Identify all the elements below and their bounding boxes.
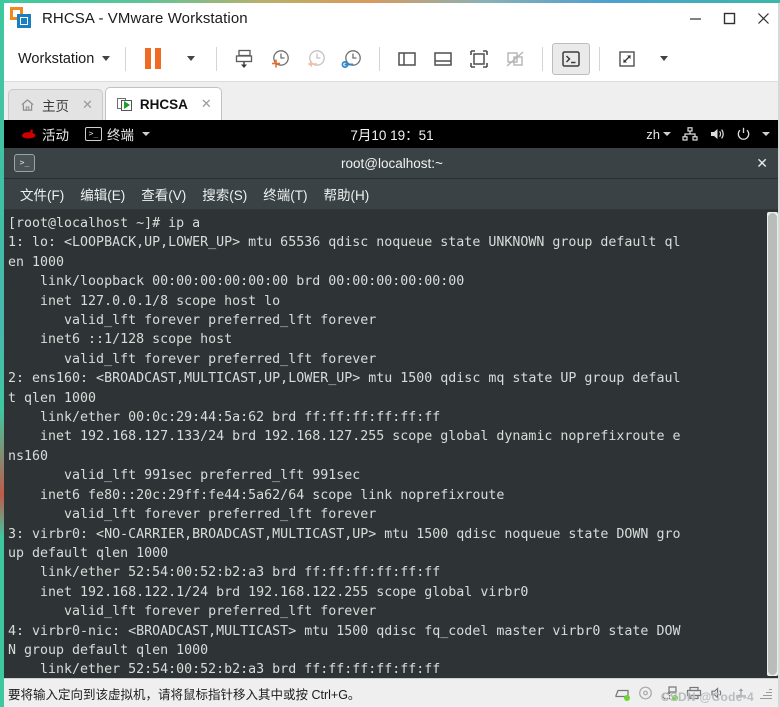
gnome-status-area[interactable]: zh [646, 127, 770, 142]
send-snapshot-button[interactable] [226, 44, 262, 74]
tab-home-label: 主页 [42, 99, 69, 114]
clock-revert-icon [308, 49, 326, 67]
show-thumbnails-button[interactable] [425, 44, 461, 74]
unity-mode-button [497, 44, 533, 74]
close-icon[interactable] [746, 3, 780, 33]
chevron-down-icon [187, 56, 196, 61]
vmware-logo-icon [10, 7, 32, 29]
chevron-down-icon [142, 132, 150, 136]
window-title: RHCSA - VMware Workstation [42, 9, 248, 27]
console-view-button[interactable] [552, 42, 591, 75]
terminal-scrollbar[interactable] [767, 212, 778, 676]
terminal-menu-bar: 文件(F) 编辑(E) 查看(V) 搜索(S) 终端(T) 帮助(H) [4, 179, 780, 210]
stretch-dropdown[interactable] [645, 44, 681, 74]
close-icon[interactable]: ✕ [82, 97, 93, 113]
pause-icon [145, 48, 162, 69]
sound-card-icon[interactable] [709, 686, 726, 701]
app-menu-button[interactable]: >_ 终端 [79, 122, 156, 146]
toolbar-separator [599, 46, 601, 71]
hard-disk-icon[interactable] [613, 686, 630, 701]
status-bar: 要将输入定向到该虚拟机，请将鼠标指针移入其中或按 Ctrl+G。 CSDN @C… [0, 678, 780, 707]
unity-disabled-icon [506, 50, 524, 67]
menu-edit[interactable]: 编辑(E) [72, 181, 133, 207]
title-bar: RHCSA - VMware Workstation [0, 0, 780, 36]
network-icon [682, 127, 698, 141]
workstation-menu-label: Workstation [18, 50, 95, 67]
terminal-output-area[interactable]: [root@localhost ~]# ip a 1: lo: <LOOPBAC… [4, 210, 780, 678]
show-library-button[interactable] [389, 44, 425, 74]
chevron-down-icon [660, 56, 669, 61]
tab-rhcsa-label: RHCSA [139, 96, 188, 112]
toolbar-separator [216, 46, 218, 71]
clock-wrench-icon [341, 49, 362, 68]
window-accent-top [0, 0, 780, 3]
terminal-icon: >_ [85, 127, 102, 141]
toolbar-separator [379, 46, 381, 71]
menu-terminal[interactable]: 终端(T) [255, 181, 315, 207]
menu-view[interactable]: 查看(V) [133, 181, 194, 207]
terminal-output: [root@localhost ~]# ip a 1: lo: <LOOPBAC… [8, 214, 780, 678]
vm-console-screen[interactable]: 活动 >_ 终端 7月10 19：51 zh >_ root@localhost… [0, 120, 780, 678]
menu-file[interactable]: 文件(F) [12, 181, 72, 207]
vmware-workstation-window: RHCSA - VMware Workstation Workstation 主… [0, 0, 780, 707]
clock-plus-icon [272, 49, 290, 67]
chevron-down-icon [102, 56, 111, 61]
panel-left-icon [398, 51, 417, 66]
terminal-icon: >_ [14, 154, 35, 172]
terminal-title: root@localhost:~ [341, 155, 443, 171]
network-adapter-icon[interactable] [661, 686, 678, 701]
fullscreen-button[interactable] [461, 44, 497, 74]
expand-arrows-icon [619, 50, 635, 67]
volume-icon [711, 129, 724, 139]
workstation-menu-button[interactable]: Workstation [12, 47, 116, 71]
terminal-output-text: [root@localhost ~]# ip a 1: lo: <LOOPBAC… [8, 216, 681, 678]
close-icon[interactable]: ✕ [201, 96, 212, 112]
gnome-top-bar: 活动 >_ 终端 7月10 19：51 zh [4, 120, 780, 148]
snapshot-send-icon [236, 49, 253, 68]
redhat-logo-icon [22, 129, 36, 139]
tab-home[interactable]: 主页 ✕ [8, 89, 103, 120]
terminal-title-bar: >_ root@localhost:~ ✕ [4, 148, 780, 179]
snapshot-manager-button[interactable] [334, 44, 370, 74]
device-status-icons [613, 686, 776, 701]
input-language-indicator[interactable]: zh [646, 127, 671, 142]
close-icon[interactable]: ✕ [754, 155, 770, 172]
input-language-label: zh [646, 126, 660, 142]
menu-search[interactable]: 搜索(S) [194, 181, 255, 207]
activities-label: 活动 [42, 128, 69, 143]
take-snapshot-button[interactable] [262, 44, 298, 74]
app-menu-label: 终端 [107, 128, 134, 143]
activities-button[interactable]: 活动 [14, 122, 75, 146]
stretch-button[interactable] [609, 44, 645, 74]
terminal-window: >_ root@localhost:~ ✕ 文件(F) 编辑(E) 查看(V) … [4, 148, 780, 678]
toolbar-separator [125, 46, 127, 71]
cd-dvd-icon[interactable] [637, 686, 654, 701]
vm-tab-bar: 主页 ✕ RHCSA ✕ [0, 82, 780, 120]
menu-help[interactable]: 帮助(H) [316, 181, 378, 207]
toolbar-separator [542, 46, 544, 71]
maximize-icon[interactable] [712, 3, 746, 33]
window-controls [678, 0, 780, 36]
minimize-icon[interactable] [678, 3, 712, 33]
main-toolbar: Workstation [0, 36, 780, 82]
panel-bottom-icon [434, 51, 453, 66]
terminal-scrollbar-thumb[interactable] [768, 213, 777, 675]
pause-button[interactable] [135, 44, 171, 74]
printer-icon[interactable] [685, 686, 702, 701]
chevron-down-icon[interactable] [762, 132, 770, 136]
vm-running-icon [116, 97, 133, 112]
usb-icon[interactable] [733, 686, 750, 701]
pause-dropdown[interactable] [171, 44, 207, 74]
chevron-down-icon [663, 132, 671, 136]
resize-grip-icon[interactable] [759, 687, 772, 700]
console-icon [562, 50, 581, 67]
status-message: 要将输入定向到该虚拟机，请将鼠标指针移入其中或按 Ctrl+G。 [8, 687, 361, 702]
window-accent-left [0, 0, 4, 707]
revert-snapshot-button[interactable] [298, 44, 334, 74]
tab-rhcsa[interactable]: RHCSA ✕ [104, 87, 222, 120]
fullscreen-icon [470, 49, 489, 68]
home-icon [21, 99, 34, 111]
gnome-top-bar-left: 活动 >_ 终端 [14, 122, 156, 146]
power-icon [737, 127, 750, 140]
